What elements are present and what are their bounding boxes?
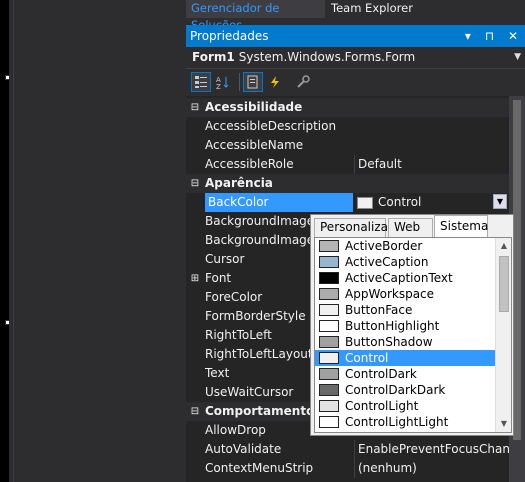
color-swatch xyxy=(319,384,339,396)
color-swatch xyxy=(319,400,339,412)
color-name: AppWorkspace xyxy=(345,287,435,301)
object-type: System.Windows.Forms.Form xyxy=(238,50,416,64)
property-name: AccessibleRole xyxy=(205,157,294,171)
properties-toolbar: AZ xyxy=(186,69,525,96)
scroll-up-icon[interactable]: ▲ xyxy=(496,238,511,254)
alphabetical-icon[interactable]: AZ xyxy=(213,72,233,92)
color-name: ActiveBorder xyxy=(345,239,423,253)
chevron-down-icon: ▼ xyxy=(514,52,521,62)
color-name: ControlLight xyxy=(345,399,419,413)
expand-icon[interactable]: ⊞ xyxy=(189,269,201,288)
property-value[interactable]: (nenhum) xyxy=(354,459,509,478)
property-name: AccessibleName xyxy=(205,138,304,152)
panel-title-bar: Propriedades ▾ ⊓ ✕ xyxy=(186,25,525,47)
color-swatch xyxy=(319,368,339,380)
color-list-item[interactable]: ButtonShadow xyxy=(315,334,511,350)
object-selector[interactable]: Form1 System.Windows.Forms.Form ▼ xyxy=(186,47,525,69)
color-swatch xyxy=(319,272,339,284)
property-name: ContextMenuStrip xyxy=(205,461,314,475)
color-picker-dropdown: Personalizar Web Sistema ActiveBorder Act… xyxy=(310,214,514,436)
collapse-icon[interactable]: ⊟ xyxy=(189,98,201,117)
color-name: ButtonHighlight xyxy=(345,319,440,333)
svg-text:Z: Z xyxy=(216,83,221,89)
color-swatch xyxy=(319,256,339,268)
color-list-item[interactable]: ActiveCaption xyxy=(315,254,511,270)
toolbar-separator xyxy=(239,73,240,91)
color-name: ButtonFace xyxy=(345,303,413,317)
property-row[interactable]: AccessibleDescription xyxy=(186,117,509,136)
scroll-down-icon[interactable]: ▼ xyxy=(496,416,511,432)
property-row[interactable]: AutoValidate EnablePreventFocusChange xyxy=(186,440,509,459)
color-name: ControlDark xyxy=(345,367,417,381)
color-name: ActiveCaptionText xyxy=(345,271,453,285)
color-list-item[interactable]: ControlLight xyxy=(315,398,511,414)
color-list-item[interactable]: ActiveBorder xyxy=(315,238,511,254)
tab-custom[interactable]: Personalizar xyxy=(314,218,393,237)
color-list-item[interactable]: ControlDark xyxy=(315,366,511,382)
events-icon[interactable] xyxy=(265,72,285,92)
category-label: Aparência xyxy=(205,176,273,190)
color-list-item[interactable]: ControlLightLight xyxy=(315,414,511,430)
property-name: BackColor xyxy=(205,193,353,212)
form-designer-surface[interactable] xyxy=(0,0,10,482)
color-swatch xyxy=(319,240,339,252)
color-name: ControlDarkDark xyxy=(345,383,446,397)
color-name: Control xyxy=(345,351,389,365)
color-name: ActiveCaption xyxy=(345,255,429,269)
color-name: ButtonShadow xyxy=(345,335,433,349)
color-list-item[interactable]: Control xyxy=(315,350,511,366)
scrollbar-thumb[interactable] xyxy=(513,100,521,440)
color-swatch xyxy=(357,197,373,209)
color-list-item[interactable]: ButtonFace xyxy=(315,302,511,318)
collapse-icon[interactable]: ⊟ xyxy=(189,402,201,421)
color-list-item[interactable]: ControlDarkDark xyxy=(315,382,511,398)
color-swatch xyxy=(319,416,339,428)
color-name: ControlLightLight xyxy=(345,415,449,429)
color-swatch xyxy=(319,320,339,332)
property-value[interactable]: Default xyxy=(354,155,509,174)
property-value[interactable]: Control xyxy=(378,193,421,212)
document-tabs: Gerenciador de Soluções Team Explorer xyxy=(186,0,525,32)
divider xyxy=(13,0,14,482)
category-appearance[interactable]: ⊟ Aparência xyxy=(186,174,509,193)
scrollbar-thumb[interactable] xyxy=(499,256,509,312)
collapse-icon[interactable]: ⊟ xyxy=(189,174,201,193)
color-list-scrollbar[interactable]: ▲ ▼ xyxy=(495,238,511,432)
category-label: Acessibilidade xyxy=(205,100,303,114)
property-name: AccessibleDescription xyxy=(205,119,337,133)
color-swatch xyxy=(319,288,339,300)
color-swatch xyxy=(319,352,339,364)
property-row-backcolor[interactable]: BackColor Control ▼ xyxy=(186,193,509,212)
property-value[interactable]: EnablePreventFocusChange xyxy=(354,440,509,459)
panel-title: Propriedades xyxy=(190,29,269,43)
tab-system[interactable]: Sistema xyxy=(434,215,488,237)
object-name: Form1 xyxy=(192,50,235,64)
tab-team-explorer[interactable]: Team Explorer xyxy=(326,0,418,18)
system-color-list: ActiveBorder ActiveCaption ActiveCaptionTe… xyxy=(314,237,512,433)
chevron-down-icon[interactable]: ▼ xyxy=(493,194,507,209)
property-row[interactable]: AccessibleRole Default xyxy=(186,155,509,174)
property-name: AutoValidate xyxy=(205,442,282,456)
tab-web[interactable]: Web xyxy=(388,218,433,237)
property-row[interactable]: AccessibleName xyxy=(186,136,509,155)
color-list-item[interactable]: ActiveCaptionText xyxy=(315,270,511,286)
properties-icon[interactable] xyxy=(243,72,263,92)
color-picker-tabs: Personalizar Web Sistema xyxy=(311,215,513,237)
panel-window-buttons[interactable]: ▾ ⊓ ✕ xyxy=(465,25,523,47)
color-swatch xyxy=(319,304,339,316)
color-swatch xyxy=(319,336,339,348)
property-row[interactable]: ContextMenuStrip (nenhum) xyxy=(186,459,509,478)
categorized-icon[interactable] xyxy=(191,72,211,92)
designer-background xyxy=(9,0,186,482)
color-list-item[interactable]: ButtonHighlight xyxy=(315,318,511,334)
property-pages-icon[interactable] xyxy=(293,72,313,92)
color-list-item[interactable]: AppWorkspace xyxy=(315,286,511,302)
tab-solution-explorer[interactable]: Gerenciador de Soluções xyxy=(186,0,325,32)
category-accessibility[interactable]: ⊟ Acessibilidade xyxy=(186,98,509,117)
